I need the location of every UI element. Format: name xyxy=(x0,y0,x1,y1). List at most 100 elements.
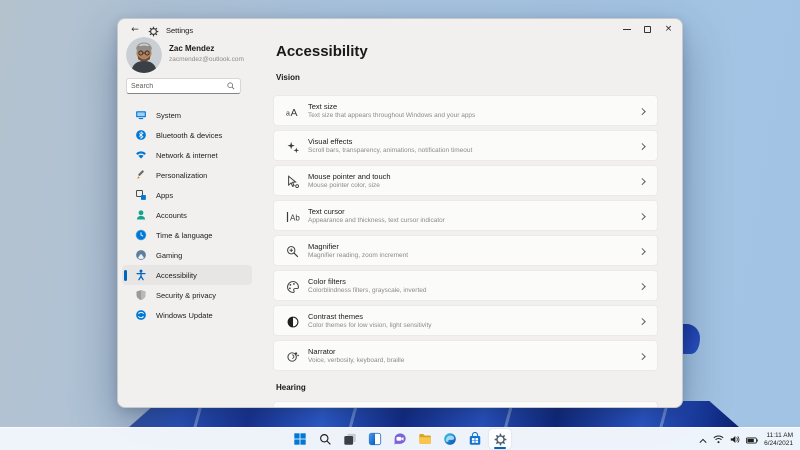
sidebar-item-label: Security & privacy xyxy=(156,290,217,300)
search-input[interactable] xyxy=(127,82,227,90)
settings-row-partial[interactable] xyxy=(273,401,658,407)
apps-icon xyxy=(135,189,147,201)
section-label-hearing: Hearing xyxy=(276,383,306,392)
settings-row-mouse-pointer[interactable]: Mouse pointer and touch Mouse pointer co… xyxy=(273,165,658,196)
sidebar-item-bluetooth[interactable]: Bluetooth & devices xyxy=(122,125,252,145)
mouse-pointer-icon xyxy=(284,173,302,191)
page-title: Accessibility xyxy=(276,43,368,60)
settings-row-color-filters[interactable]: Color filters Colorblindness filters, gr… xyxy=(273,270,658,301)
settings-row-magnifier[interactable]: Magnifier Magnifier reading, zoom increm… xyxy=(273,235,658,266)
chevron-right-icon xyxy=(638,213,645,220)
chevron-right-icon xyxy=(638,178,645,185)
edge-button[interactable] xyxy=(439,429,461,449)
svg-text:A: A xyxy=(291,107,298,119)
maximize-icon xyxy=(644,25,651,33)
desktop[interactable]: { "titlebar": { "app_title": "Settings",… xyxy=(0,0,800,450)
search-icon xyxy=(319,433,331,445)
sidebar-item-label: Apps xyxy=(156,190,174,200)
chat-icon xyxy=(394,433,406,445)
row-title: Magnifier xyxy=(308,241,339,251)
battery-indicator[interactable] xyxy=(746,431,758,449)
chevron-right-icon xyxy=(638,318,645,325)
settings-list: aA Text size Text size that appears thro… xyxy=(273,95,658,375)
store-button[interactable] xyxy=(464,429,486,449)
row-subtitle: Text size that appears throughout Window… xyxy=(308,112,476,119)
sidebar-item-label: Network & internet xyxy=(156,150,218,160)
maximize-button[interactable] xyxy=(637,19,658,39)
sidebar-item-accounts[interactable]: Accounts xyxy=(122,205,252,225)
selected-indicator xyxy=(124,269,127,281)
sidebar-item-label: Accessibility xyxy=(156,270,197,280)
search-box[interactable] xyxy=(126,78,241,94)
sidebar-item-label: Personalization xyxy=(156,170,208,180)
svg-text:a: a xyxy=(286,111,290,118)
sidebar-item-network[interactable]: Network & internet xyxy=(122,145,252,165)
chevron-right-icon xyxy=(638,248,645,255)
chat-button[interactable] xyxy=(389,429,411,449)
settings-gear-icon xyxy=(494,433,506,445)
windows-update-icon xyxy=(135,309,147,321)
settings-row-text-size[interactable]: aA Text size Text size that appears thro… xyxy=(273,95,658,126)
text-size-icon: aA xyxy=(284,103,302,121)
row-subtitle: Colorblindness filters, grayscale, inver… xyxy=(308,287,427,294)
network-icon xyxy=(135,149,147,161)
sidebar-nav: System Bluetooth & devices Network & int… xyxy=(122,105,252,325)
sidebar-item-label: Gaming xyxy=(156,250,183,260)
row-title: Mouse pointer and touch xyxy=(308,171,391,181)
store-icon xyxy=(469,432,481,445)
start-button[interactable] xyxy=(289,429,311,449)
file-explorer-button[interactable] xyxy=(414,429,436,449)
settings-row-text-cursor[interactable]: Ab Text cursor Appearance and thickness,… xyxy=(273,200,658,231)
chevron-right-icon xyxy=(638,143,645,150)
widgets-icon xyxy=(368,432,382,446)
sidebar-item-personalization[interactable]: Personalization xyxy=(122,165,252,185)
close-button[interactable]: × xyxy=(658,19,679,39)
system-tray: 11:11 AM 6/24/2021 xyxy=(699,428,793,450)
accessibility-icon xyxy=(135,269,147,281)
system-icon xyxy=(135,109,147,121)
avatar[interactable] xyxy=(126,37,162,73)
sidebar-item-time-language[interactable]: Time & language xyxy=(122,225,252,245)
bluetooth-icon xyxy=(135,129,147,141)
visual-effects-icon xyxy=(284,138,302,156)
clock[interactable]: 11:11 AM 6/24/2021 xyxy=(764,432,793,448)
window-title: Settings xyxy=(166,26,194,35)
volume-indicator[interactable] xyxy=(730,431,740,449)
taskbar-search-button[interactable] xyxy=(314,429,336,449)
wifi-indicator[interactable] xyxy=(713,431,724,449)
taskbar: 11:11 AM 6/24/2021 xyxy=(0,427,800,450)
row-subtitle: Color themes for low vision, light sensi… xyxy=(308,322,432,329)
user-name: Zac Mendez xyxy=(169,44,215,53)
back-icon: ← xyxy=(131,25,139,35)
row-subtitle: Magnifier reading, zoom increment xyxy=(308,252,409,259)
minimize-button[interactable] xyxy=(616,19,637,39)
task-view-button[interactable] xyxy=(339,429,361,449)
section-label-vision: Vision xyxy=(276,73,300,82)
widgets-button[interactable] xyxy=(364,429,386,449)
sidebar-item-accessibility[interactable]: Accessibility xyxy=(122,265,252,285)
settings-row-visual-effects[interactable]: Visual effects Scroll bars, transparency… xyxy=(273,130,658,161)
row-subtitle: Mouse pointer color, size xyxy=(308,182,380,189)
start-icon xyxy=(294,433,306,445)
accounts-icon xyxy=(135,209,147,221)
file-explorer-icon xyxy=(419,434,431,444)
tray-chevron-button[interactable] xyxy=(699,431,707,449)
user-email: zacmendez@outlook.com xyxy=(169,56,244,63)
settings-row-contrast-themes[interactable]: Contrast themes Color themes for low vis… xyxy=(273,305,658,336)
titlebar: ← Settings × xyxy=(118,19,682,41)
back-button[interactable]: ← xyxy=(127,22,143,38)
sidebar-item-windows-update[interactable]: Windows Update xyxy=(122,305,252,325)
magnifier-icon xyxy=(284,243,302,261)
settings-taskbar-button[interactable] xyxy=(489,429,511,449)
sidebar-item-security[interactable]: Security & privacy xyxy=(122,285,252,305)
search-icon xyxy=(227,82,235,90)
sidebar-item-label: System xyxy=(156,110,182,120)
sidebar-item-apps[interactable]: Apps xyxy=(122,185,252,205)
row-title: Text cursor xyxy=(308,206,345,216)
sidebar-item-gaming[interactable]: Gaming xyxy=(122,245,252,265)
sidebar-item-system[interactable]: System xyxy=(122,105,252,125)
settings-row-narrator[interactable]: Narrator Voice, verbosity, keyboard, bra… xyxy=(273,340,658,371)
svg-text:Ab: Ab xyxy=(290,214,300,223)
edge-icon xyxy=(444,433,456,445)
personalization-icon xyxy=(135,169,147,181)
